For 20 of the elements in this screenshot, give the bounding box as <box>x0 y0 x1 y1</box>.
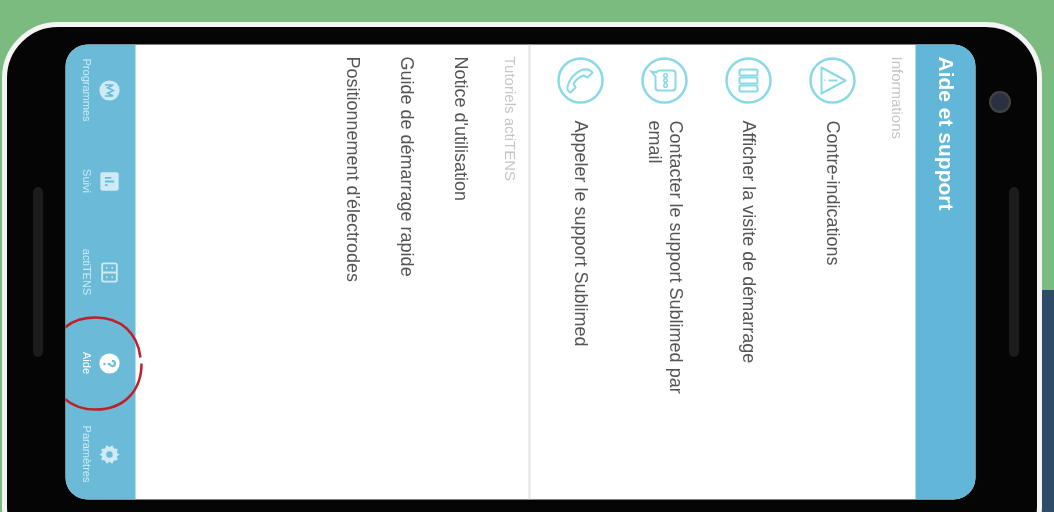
settings-icon <box>98 443 121 465</box>
menu-item[interactable]: Contre-indications <box>822 120 843 431</box>
menu-item[interactable]: Notice d'utilisation <box>450 56 471 367</box>
menu-item[interactable]: Afficher la visite de démarrage <box>738 120 759 431</box>
menu-item[interactable]: Contacter le support Sublimed par email <box>643 120 686 431</box>
device-icon <box>724 56 773 105</box>
menu-item[interactable]: Positionnement d'électrodes <box>342 56 363 367</box>
phone-icon <box>556 56 605 105</box>
camera-lens <box>989 91 1011 113</box>
letter-m-icon <box>98 79 121 101</box>
section-heading: Informations <box>888 55 906 142</box>
screen-title: Aide et support <box>933 56 958 211</box>
chat-icon <box>640 56 689 105</box>
help-icon <box>98 352 121 374</box>
section-heading: Tutoriels actiTENS <box>501 55 519 183</box>
menu-item[interactable]: Guide de démarrage rapide <box>396 56 417 367</box>
menu-item[interactable]: Appeler le support Sublimed <box>570 120 591 431</box>
warning-icon <box>808 56 857 105</box>
device-icon <box>98 261 121 283</box>
bar-chart-icon <box>98 170 121 192</box>
